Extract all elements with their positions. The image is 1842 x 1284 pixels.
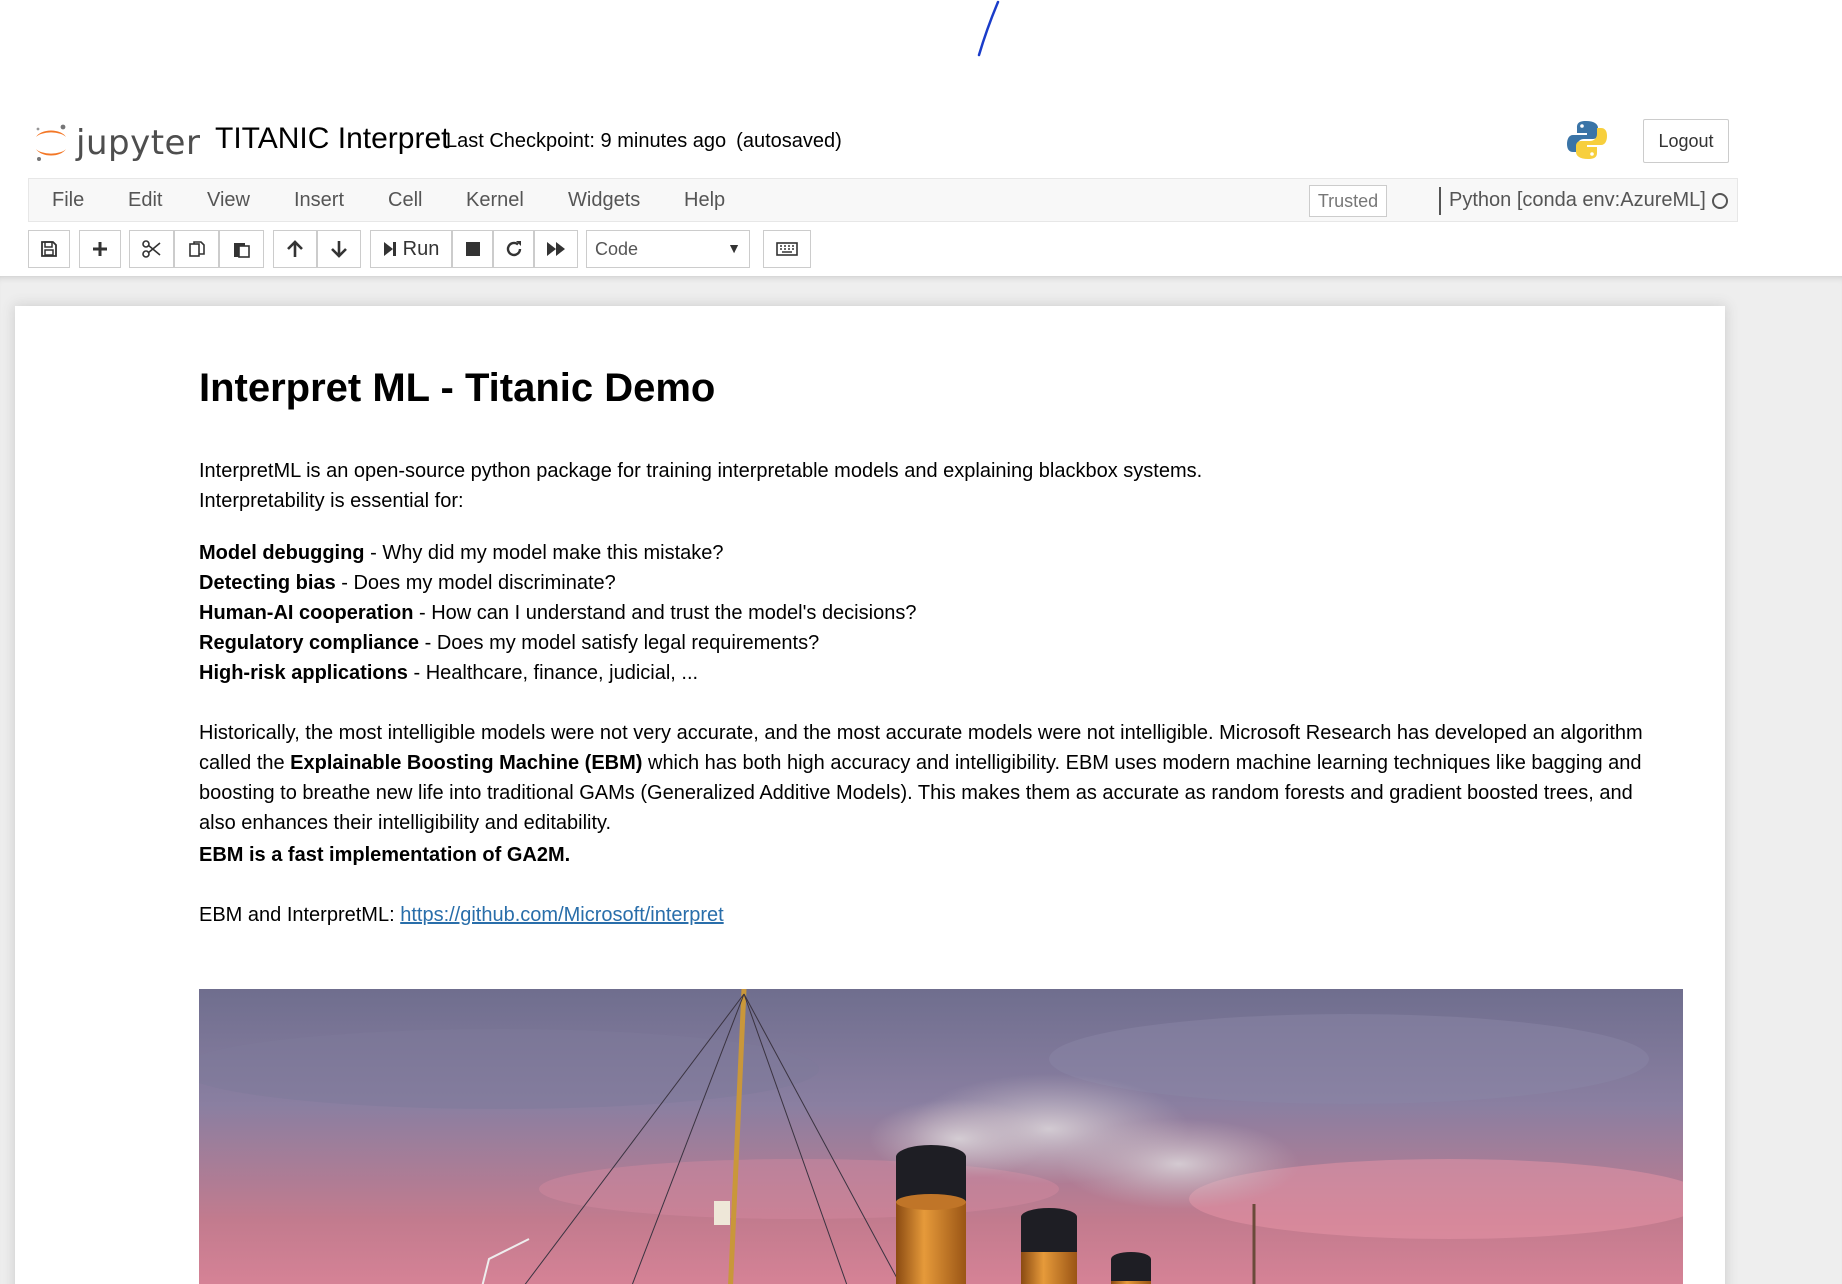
menu-kernel[interactable]: Kernel [466,189,524,212]
cut-button[interactable] [129,230,174,268]
python-kernel-logo-icon [1567,121,1607,159]
intro-line-2: Interpretability is essential for: [199,490,464,512]
kernel-idle-indicator-icon [1712,193,1728,209]
step-forward-icon [383,242,396,256]
uses-list: Model debugging - Why did my model make … [199,538,1699,688]
ebm-name: Explainable Boosting Machine (EBM) [290,752,643,774]
trusted-indicator[interactable]: Trusted [1309,185,1387,217]
autosave-status: (autosaved) [736,130,842,152]
kernel-name[interactable]: Python [conda env:AzureML] [1449,189,1706,212]
menu-widgets[interactable]: Widgets [568,189,640,212]
scissors-icon [141,240,161,258]
restart-icon [506,241,521,257]
menu-view[interactable]: View [207,189,250,212]
arrow-down-icon [331,241,347,258]
jupyter-logo[interactable]: jupyter [32,118,200,168]
logout-button[interactable]: Logout [1643,119,1729,163]
run-button[interactable]: Run [370,230,452,268]
menu-edit[interactable]: Edit [128,189,162,212]
move-down-button[interactable] [317,230,361,268]
ebm-statement: EBM is a fast implementation of GA2M. [199,844,571,866]
checkpoint-status: Last Checkpoint: 9 minutes ago (autosaved… [446,130,842,153]
plus-icon [93,242,107,256]
link-paragraph: EBM and InterpretML: https://github.com/… [199,904,724,926]
cell-type-value: Code [595,238,639,259]
list-item: Regulatory compliance - Does my model sa… [199,632,820,654]
paste-button[interactable] [219,230,264,268]
menu-file[interactable]: File [52,189,84,212]
notebook-header: jupyter TITANIC Interpret Last Checkpoin… [0,110,1842,176]
notebook-name[interactable]: TITANIC Interpret [215,122,450,156]
notebook-container: Interpret ML - Titanic Demo InterpretML … [15,306,1725,1284]
menu-help[interactable]: Help [684,189,725,212]
paste-icon [233,243,250,258]
move-up-button[interactable] [273,230,317,268]
copy-icon [188,241,205,257]
list-item: High-risk applications - Healthcare, fin… [199,662,699,684]
restart-run-all-button[interactable] [534,230,578,268]
stop-icon [465,242,480,256]
menubar: File Edit View Insert Cell Kernel Widget… [28,178,1738,222]
command-palette-button[interactable] [763,230,811,268]
list-item: Detecting bias - Does my model discrimin… [199,572,616,594]
kernel-separator [1439,187,1441,215]
insert-cell-button[interactable] [79,230,121,268]
menu-insert[interactable]: Insert [294,189,344,212]
arrow-up-icon [287,240,303,257]
fast-forward-icon [547,242,565,256]
interrupt-kernel-button[interactable] [452,230,493,268]
chevron-down-icon: ▼ [727,240,741,256]
page-title: Interpret ML - Titanic Demo [199,366,716,410]
github-link[interactable]: https://github.com/Microsoft/interpret [400,904,723,926]
jupyter-logo-text: jupyter [76,123,201,163]
save-button[interactable] [28,230,70,268]
toolbar: Run Code ▼ [0,230,1842,272]
keyboard-icon [776,242,798,256]
list-item: Model debugging - Why did my model make … [199,542,724,564]
jupyter-logo-icon [36,124,66,161]
save-icon [41,241,57,257]
history-paragraph: Historically, the most intelligible mode… [199,722,1643,834]
copy-button[interactable] [174,230,219,268]
notebook-site: Interpret ML - Titanic Demo InterpretML … [0,276,1842,1284]
intro-line-1: InterpretML is an open-source python pac… [199,460,1203,482]
checkpoint-text: Last Checkpoint: 9 minutes ago [446,130,727,152]
cell-type-select[interactable]: Code ▼ [586,230,750,268]
list-item: Human-AI cooperation - How can I underst… [199,602,917,624]
menu-cell[interactable]: Cell [388,189,422,212]
titanic-painting-image [199,989,1683,1284]
intro-paragraph: InterpretML is an open-source python pac… [199,456,1699,516]
pen-stroke-annotation [977,0,1000,57]
run-button-label: Run [402,237,440,260]
restart-kernel-button[interactable] [493,230,534,268]
